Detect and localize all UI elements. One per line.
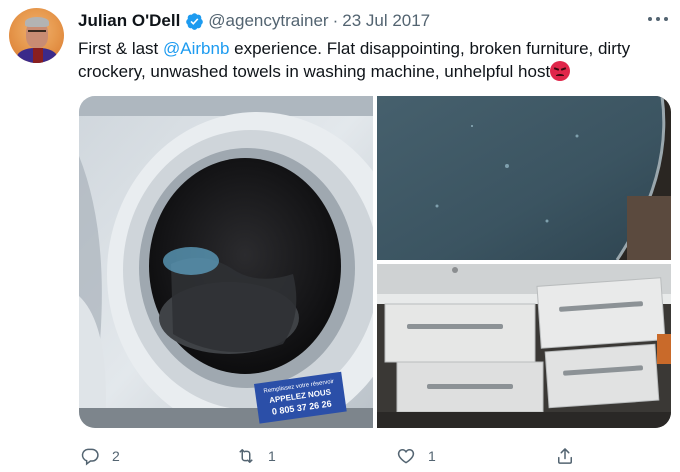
retweet-count: 1 [268, 448, 276, 464]
like-button[interactable]: 1 [396, 444, 436, 468]
reply-count: 2 [112, 448, 120, 464]
tweet-actions: 2 1 1 [0, 444, 680, 468]
share-button[interactable] [555, 444, 575, 468]
retweet-button[interactable]: 1 [236, 444, 276, 468]
photo-dirty-table[interactable] [377, 96, 671, 260]
heart-icon [397, 448, 415, 464]
reply-icon [81, 448, 99, 466]
share-icon [558, 448, 572, 464]
separator-dot: · [332, 11, 339, 30]
tweet-date[interactable]: 23 Jul 2017 [342, 11, 430, 31]
reply-button[interactable]: 2 [80, 444, 120, 468]
retweet-icon [239, 449, 253, 463]
verified-badge-icon [186, 12, 204, 30]
photo-grid: Remplissez votre réservoir APPELEZ NOUS … [79, 96, 671, 428]
angry-face-icon [550, 61, 571, 81]
photo-broken-drawers[interactable] [377, 264, 671, 428]
photo-washing-machine[interactable]: Remplissez votre réservoir APPELEZ NOUS … [79, 96, 373, 428]
author-handle[interactable]: @agencytrainer [208, 11, 328, 31]
tweet-text-part1: First & last [78, 39, 164, 58]
more-options-icon[interactable] [648, 11, 668, 27]
mention-link[interactable]: @Airbnb [163, 39, 229, 58]
like-count: 1 [428, 448, 436, 464]
author-name[interactable]: Julian O'Dell [78, 11, 180, 31]
tweet-header: Julian O'Dell @agencytrainer · 23 Jul 20… [78, 10, 430, 32]
author-avatar[interactable] [9, 8, 64, 63]
tweet-text: First & last @Airbnb experience. Flat di… [78, 37, 670, 83]
